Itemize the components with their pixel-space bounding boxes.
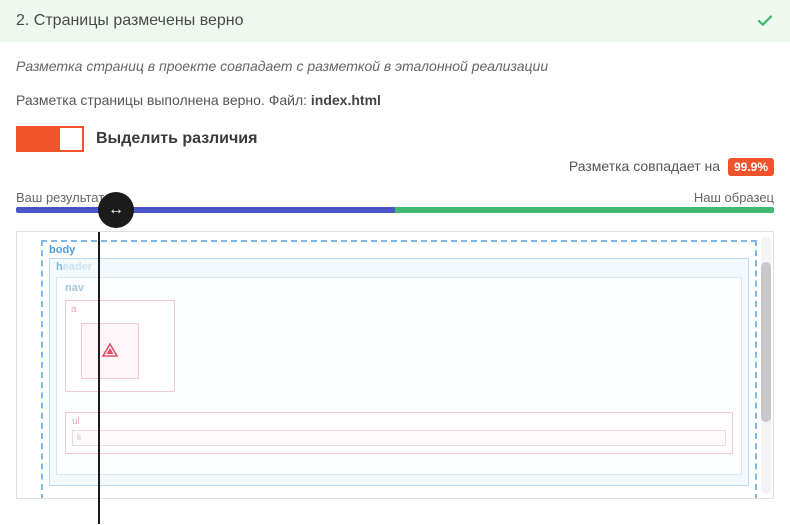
tag-box-a: a [65,300,175,392]
tag-box-body: body header nav a [41,240,757,499]
tag-label-header: header [56,261,742,273]
tag-label-li: li [77,432,81,442]
tag-box-header: header nav a ul [49,258,749,486]
match-row: Разметка совпадает на 99.9% [16,158,774,176]
content-area: Разметка страниц в проекте совпадает с р… [0,42,790,515]
match-percent-badge: 99.9% [728,158,774,176]
compare-divider-line[interactable] [98,232,100,524]
description-text: Разметка страниц в проекте совпадает с р… [16,58,774,74]
checkmark-icon [756,12,774,30]
tag-box-li: li [72,430,726,446]
resize-horizontal-icon: ↔ [108,201,124,219]
compare-slider-handle[interactable]: ↔ [98,192,134,228]
toggle-row: Выделить различия [16,126,774,152]
tag-box-ul: ul li [65,412,733,454]
section-header: 2. Страницы размечены верно [0,0,790,42]
preview-inner: body header nav a [17,232,773,499]
preview-pane: ▴ body header nav a [16,231,774,499]
diff-toggle[interactable] [16,126,84,152]
your-result-label: Ваш результат [16,190,104,205]
tag-box-nav: nav a ul li [56,277,742,475]
match-text: Разметка совпадает на [569,158,720,174]
compare-bar-wrap: ↔ [16,207,774,213]
toggle-label: Выделить различия [96,130,257,148]
triangle-logo-icon [102,343,118,360]
tag-box-img [81,323,139,379]
file-label: Файл: [269,92,311,108]
scrollbar-thumb[interactable] [761,262,771,422]
tag-label-a: a [71,304,169,315]
tag-label-ul: ul [72,416,726,427]
tag-label-body: body [47,244,751,256]
status-text: Разметка страницы выполнена верно. [16,92,269,108]
toggle-knob [60,128,82,150]
section-title: 2. Страницы размечены верно [16,12,244,30]
tag-label-nav: nav [65,282,733,294]
status-line: Разметка страницы выполнена верно. Файл:… [16,92,774,108]
file-name: index.html [311,92,381,108]
reference-label: Наш образец [694,190,774,205]
